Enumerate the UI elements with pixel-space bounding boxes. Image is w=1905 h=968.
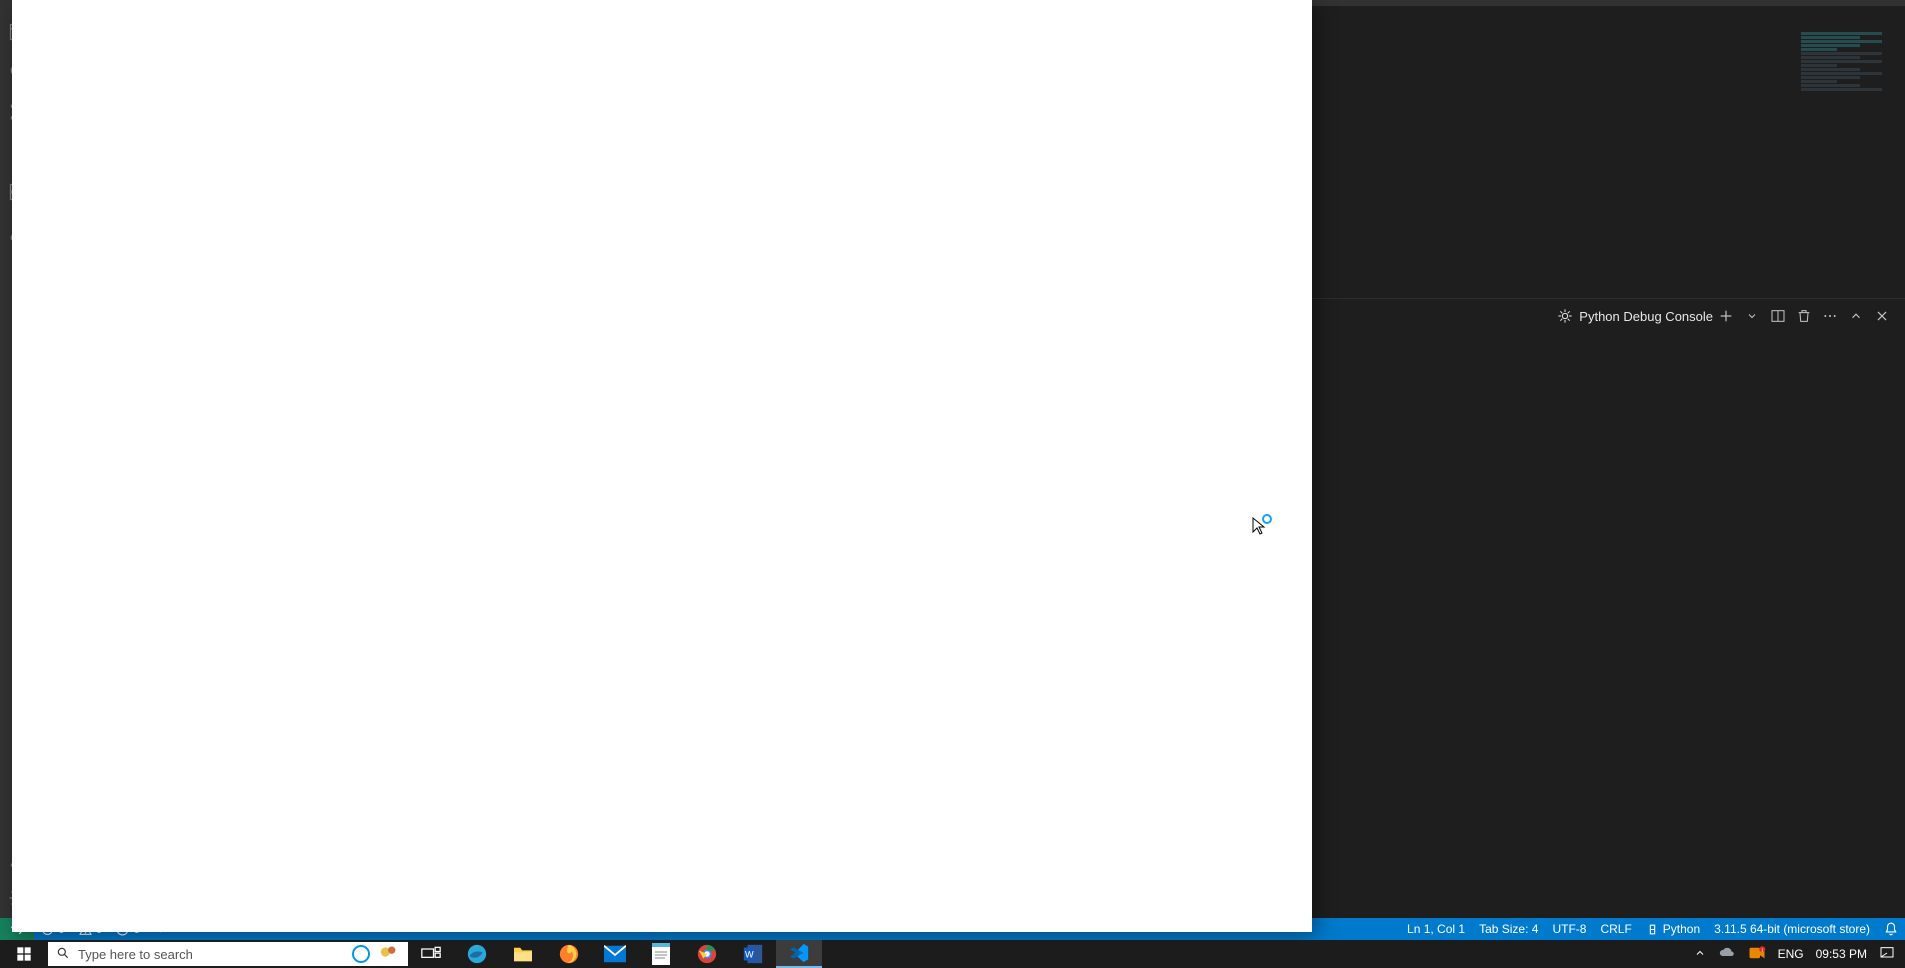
taskbar-search[interactable]: Type here to search bbox=[48, 942, 408, 966]
taskbar-apps: W bbox=[408, 940, 822, 968]
new-terminal-icon[interactable] bbox=[1713, 303, 1739, 329]
chrome-icon[interactable] bbox=[684, 940, 730, 968]
file-explorer-icon[interactable] bbox=[500, 940, 546, 968]
minimap-line bbox=[1801, 72, 1882, 75]
minimap-line bbox=[1801, 48, 1837, 51]
minimap-line bbox=[1801, 68, 1860, 71]
minimap-line bbox=[1801, 88, 1882, 91]
status-notifications-icon[interactable] bbox=[1877, 918, 1905, 940]
minimap-line bbox=[1801, 84, 1860, 87]
taskbar: Type here to search W bbox=[0, 940, 1905, 968]
minimap-line bbox=[1801, 40, 1882, 43]
minimap-line bbox=[1801, 36, 1860, 39]
minimap-line bbox=[1801, 44, 1860, 47]
status-language[interactable]: Python bbox=[1639, 918, 1707, 940]
tray-meet-icon[interactable]: 1 bbox=[1748, 946, 1766, 963]
debug-console-label: Python Debug Console bbox=[1579, 309, 1713, 324]
minimap-line bbox=[1801, 32, 1882, 35]
split-terminal-icon[interactable] bbox=[1765, 303, 1791, 329]
vscode-taskbar-icon[interactable] bbox=[776, 940, 822, 968]
search-highlight-icon[interactable] bbox=[378, 941, 400, 968]
word-icon[interactable]: W bbox=[730, 940, 776, 968]
task-view-icon[interactable] bbox=[408, 940, 454, 968]
tray-notification-icon[interactable] bbox=[1879, 945, 1895, 964]
close-panel-icon[interactable] bbox=[1869, 303, 1895, 329]
notepad-icon[interactable] bbox=[638, 940, 684, 968]
status-tabsize[interactable]: Tab Size: 4 bbox=[1472, 918, 1545, 940]
firefox-icon[interactable] bbox=[546, 940, 592, 968]
minimap-line bbox=[1801, 56, 1860, 59]
blank-browser-window[interactable] bbox=[12, 0, 1312, 932]
svg-text:W: W bbox=[745, 950, 754, 960]
minimap-line bbox=[1801, 64, 1837, 67]
tray-onedrive-icon[interactable] bbox=[1718, 947, 1736, 962]
cortana-icon[interactable] bbox=[352, 945, 370, 963]
minimap-line bbox=[1801, 80, 1837, 83]
system-tray: 1 ENG 09:53 PM bbox=[1684, 945, 1905, 964]
status-eol[interactable]: CRLF bbox=[1593, 918, 1638, 940]
taskbar-search-placeholder: Type here to search bbox=[78, 947, 344, 962]
minimap[interactable] bbox=[1801, 32, 1891, 92]
status-interpreter[interactable]: 3.11.5 64-bit (microsoft store) bbox=[1707, 918, 1877, 940]
start-button[interactable] bbox=[0, 940, 48, 968]
tray-time[interactable]: 09:53 PM bbox=[1816, 947, 1867, 961]
tray-lang[interactable]: ENG bbox=[1778, 947, 1804, 961]
debug-console-tab[interactable]: Python Debug Console bbox=[1557, 308, 1713, 324]
status-cursor[interactable]: Ln 1, Col 1 bbox=[1400, 918, 1472, 940]
status-encoding[interactable]: UTF-8 bbox=[1545, 918, 1593, 940]
maximize-panel-icon[interactable] bbox=[1843, 303, 1869, 329]
minimap-line bbox=[1801, 60, 1882, 63]
tray-chevron-icon[interactable] bbox=[1694, 947, 1706, 962]
mail-icon[interactable] bbox=[592, 940, 638, 968]
panel-more-icon[interactable] bbox=[1817, 303, 1843, 329]
terminal-dropdown-icon[interactable] bbox=[1739, 303, 1765, 329]
kill-terminal-icon[interactable] bbox=[1791, 303, 1817, 329]
minimap-line bbox=[1801, 52, 1882, 55]
edge-icon[interactable] bbox=[454, 940, 500, 968]
search-icon bbox=[56, 946, 70, 963]
minimap-line bbox=[1801, 76, 1860, 79]
